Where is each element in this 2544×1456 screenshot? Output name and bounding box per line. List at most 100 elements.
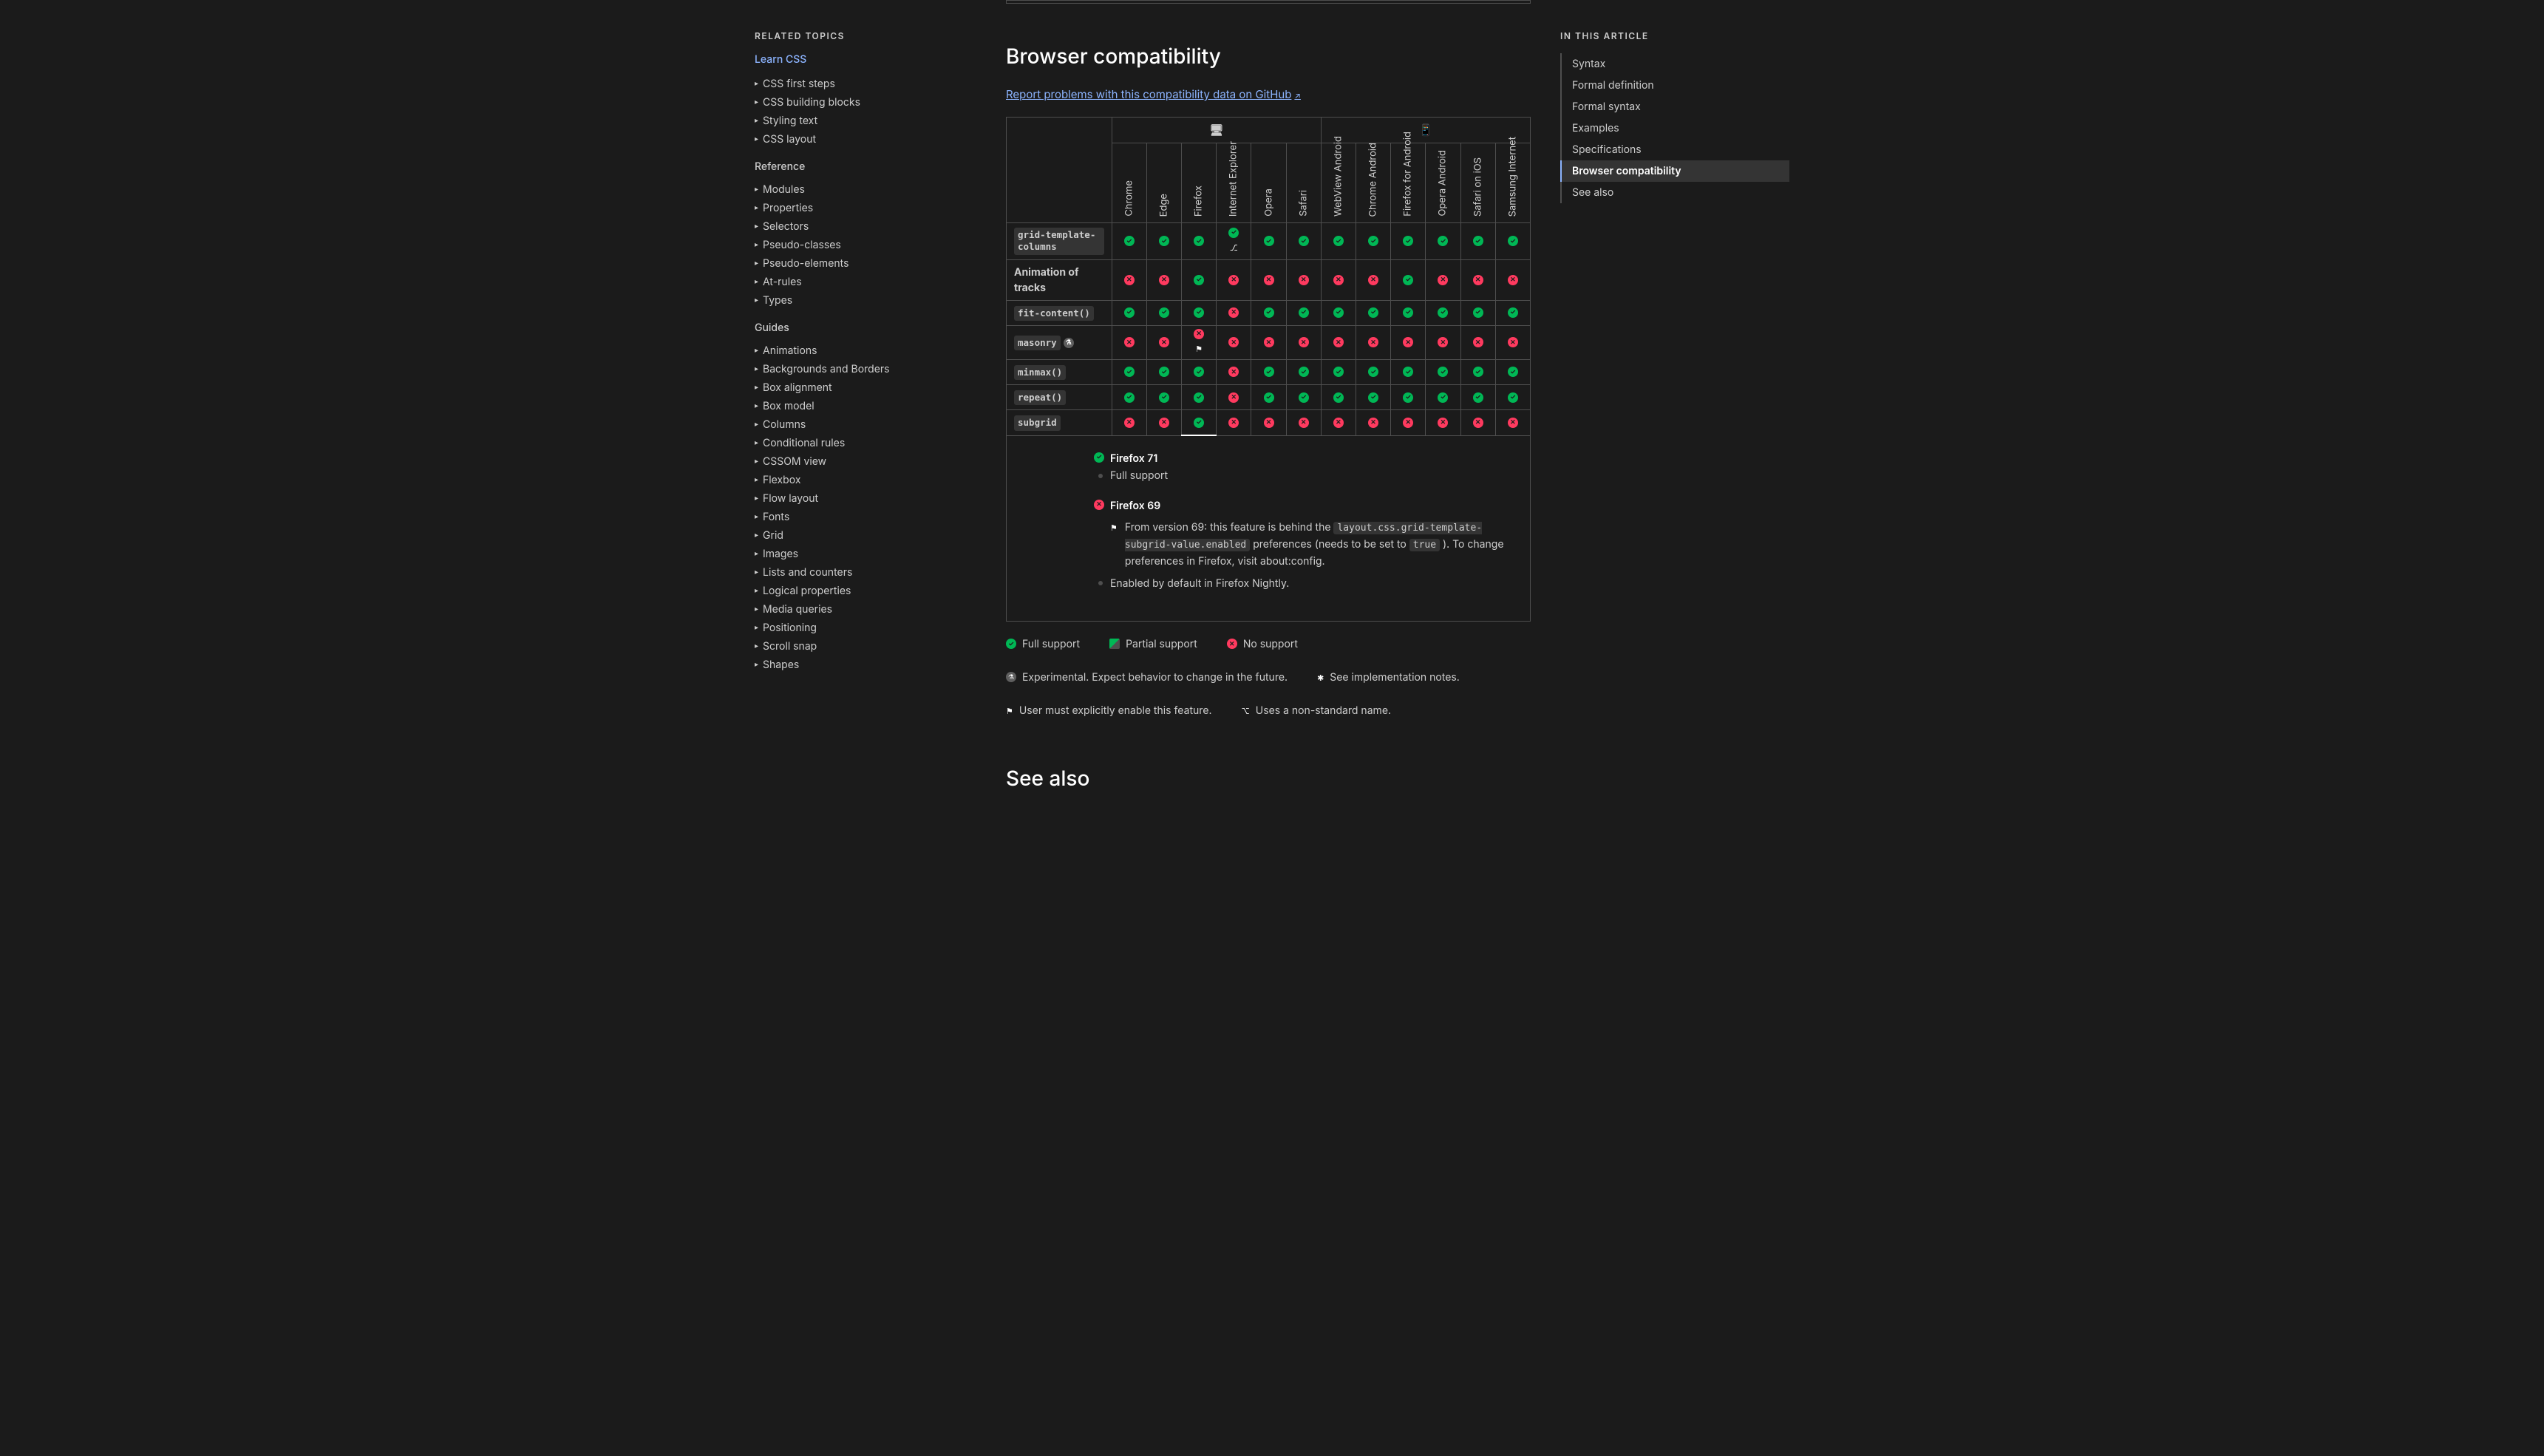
compat-cell-3-7[interactable] [1356, 325, 1390, 359]
compat-cell-5-11[interactable] [1495, 385, 1530, 410]
compat-cell-4-8[interactable] [1391, 359, 1426, 384]
sidebar-link-learn-css[interactable]: Learn CSS [755, 52, 976, 67]
sidebar-ref-item-6[interactable]: Types [755, 291, 976, 310]
compat-cell-3-4[interactable] [1251, 325, 1286, 359]
sidebar-guide-item-17[interactable]: Shapes [755, 656, 976, 674]
compat-cell-0-7[interactable] [1356, 223, 1390, 260]
compat-cell-4-9[interactable] [1426, 359, 1460, 384]
compat-cell-3-10[interactable] [1460, 325, 1495, 359]
feature-cell-2[interactable]: fit-content() [1007, 300, 1112, 325]
compat-cell-2-1[interactable] [1146, 300, 1181, 325]
sidebar-learn-item-3[interactable]: CSS layout [755, 130, 976, 149]
sidebar-guide-item-7[interactable]: Flexbox [755, 471, 976, 489]
compat-cell-5-10[interactable] [1460, 385, 1495, 410]
compat-cell-2-7[interactable] [1356, 300, 1390, 325]
compat-cell-6-5[interactable] [1286, 410, 1321, 435]
sidebar-guide-item-8[interactable]: Flow layout [755, 489, 976, 508]
compat-cell-1-4[interactable] [1251, 259, 1286, 300]
compat-cell-0-4[interactable] [1251, 223, 1286, 260]
sidebar-learn-item-1[interactable]: CSS building blocks [755, 93, 976, 112]
compat-cell-0-9[interactable] [1426, 223, 1460, 260]
compat-cell-2-4[interactable] [1251, 300, 1286, 325]
compat-cell-1-9[interactable] [1426, 259, 1460, 300]
sidebar-guide-item-11[interactable]: Images [755, 545, 976, 563]
compat-cell-5-2[interactable] [1182, 385, 1217, 410]
compat-cell-4-6[interactable] [1321, 359, 1356, 384]
sidebar-guide-item-6[interactable]: CSSOM view [755, 452, 976, 471]
compat-cell-5-1[interactable] [1146, 385, 1181, 410]
compat-cell-2-10[interactable] [1460, 300, 1495, 325]
sidebar-ref-item-5[interactable]: At-rules [755, 273, 976, 291]
compat-cell-5-6[interactable] [1321, 385, 1356, 410]
toc-item-1[interactable]: Formal definition [1562, 75, 1789, 96]
toc-item-2[interactable]: Formal syntax [1562, 96, 1789, 118]
compat-cell-5-7[interactable] [1356, 385, 1390, 410]
report-link[interactable]: Report problems with this compatibility … [1006, 86, 1301, 103]
compat-cell-3-5[interactable] [1286, 325, 1321, 359]
compat-cell-2-9[interactable] [1426, 300, 1460, 325]
compat-cell-3-3[interactable] [1217, 325, 1251, 359]
compat-cell-1-8[interactable] [1391, 259, 1426, 300]
sidebar-learn-item-0[interactable]: CSS first steps [755, 75, 976, 93]
compat-cell-4-11[interactable] [1495, 359, 1530, 384]
sidebar-learn-item-2[interactable]: Styling text [755, 112, 976, 130]
sidebar-guide-item-13[interactable]: Logical properties [755, 582, 976, 600]
compat-cell-1-10[interactable] [1460, 259, 1495, 300]
compat-cell-0-1[interactable] [1146, 223, 1181, 260]
compat-cell-0-6[interactable] [1321, 223, 1356, 260]
compat-cell-2-2[interactable] [1182, 300, 1217, 325]
sidebar-ref-item-4[interactable]: Pseudo-elements [755, 254, 976, 273]
compat-cell-5-4[interactable] [1251, 385, 1286, 410]
compat-cell-6-0[interactable] [1112, 410, 1146, 435]
compat-cell-5-3[interactable] [1217, 385, 1251, 410]
compat-cell-6-8[interactable] [1391, 410, 1426, 435]
compat-cell-1-7[interactable] [1356, 259, 1390, 300]
sidebar-guide-item-4[interactable]: Columns [755, 415, 976, 434]
sidebar-guide-item-0[interactable]: Animations [755, 341, 976, 360]
compat-cell-5-0[interactable] [1112, 385, 1146, 410]
compat-cell-1-5[interactable] [1286, 259, 1321, 300]
compat-cell-5-8[interactable] [1391, 385, 1426, 410]
compat-cell-0-2[interactable] [1182, 223, 1217, 260]
compat-cell-2-8[interactable] [1391, 300, 1426, 325]
compat-cell-6-11[interactable] [1495, 410, 1530, 435]
compat-cell-3-6[interactable] [1321, 325, 1356, 359]
compat-cell-6-9[interactable] [1426, 410, 1460, 435]
compat-cell-2-6[interactable] [1321, 300, 1356, 325]
sidebar-guide-item-5[interactable]: Conditional rules [755, 434, 976, 452]
compat-cell-3-0[interactable] [1112, 325, 1146, 359]
compat-cell-4-1[interactable] [1146, 359, 1181, 384]
compat-cell-1-2[interactable] [1182, 259, 1217, 300]
compat-cell-1-6[interactable] [1321, 259, 1356, 300]
feature-cell-5[interactable]: repeat() [1007, 385, 1112, 410]
compat-cell-6-6[interactable] [1321, 410, 1356, 435]
compat-cell-6-2[interactable] [1182, 410, 1217, 435]
compat-cell-5-5[interactable] [1286, 385, 1321, 410]
compat-cell-2-11[interactable] [1495, 300, 1530, 325]
compat-cell-3-2[interactable] [1182, 325, 1217, 359]
compat-cell-5-9[interactable] [1426, 385, 1460, 410]
compat-cell-6-7[interactable] [1356, 410, 1390, 435]
feature-cell-1[interactable]: Animation of tracks [1007, 259, 1112, 300]
compat-cell-2-5[interactable] [1286, 300, 1321, 325]
compat-cell-0-10[interactable] [1460, 223, 1495, 260]
sidebar-guide-item-16[interactable]: Scroll snap [755, 637, 976, 656]
compat-cell-0-8[interactable] [1391, 223, 1426, 260]
compat-cell-4-3[interactable] [1217, 359, 1251, 384]
compat-cell-0-5[interactable] [1286, 223, 1321, 260]
compat-cell-4-10[interactable] [1460, 359, 1495, 384]
sidebar-guide-item-9[interactable]: Fonts [755, 508, 976, 526]
toc-item-3[interactable]: Examples [1562, 118, 1789, 139]
toc-item-6[interactable]: See also [1562, 182, 1789, 203]
compat-cell-0-3[interactable] [1217, 223, 1251, 260]
compat-cell-4-5[interactable] [1286, 359, 1321, 384]
sidebar-ref-item-1[interactable]: Properties [755, 199, 976, 217]
toc-item-5[interactable]: Browser compatibility [1560, 160, 1789, 182]
sidebar-guide-item-3[interactable]: Box model [755, 397, 976, 415]
toc-item-4[interactable]: Specifications [1562, 139, 1789, 160]
sidebar-guide-item-14[interactable]: Media queries [755, 600, 976, 619]
compat-cell-1-11[interactable] [1495, 259, 1530, 300]
compat-cell-3-11[interactable] [1495, 325, 1530, 359]
feature-cell-0[interactable]: grid-template-columns [1007, 223, 1112, 260]
compat-cell-1-0[interactable] [1112, 259, 1146, 300]
